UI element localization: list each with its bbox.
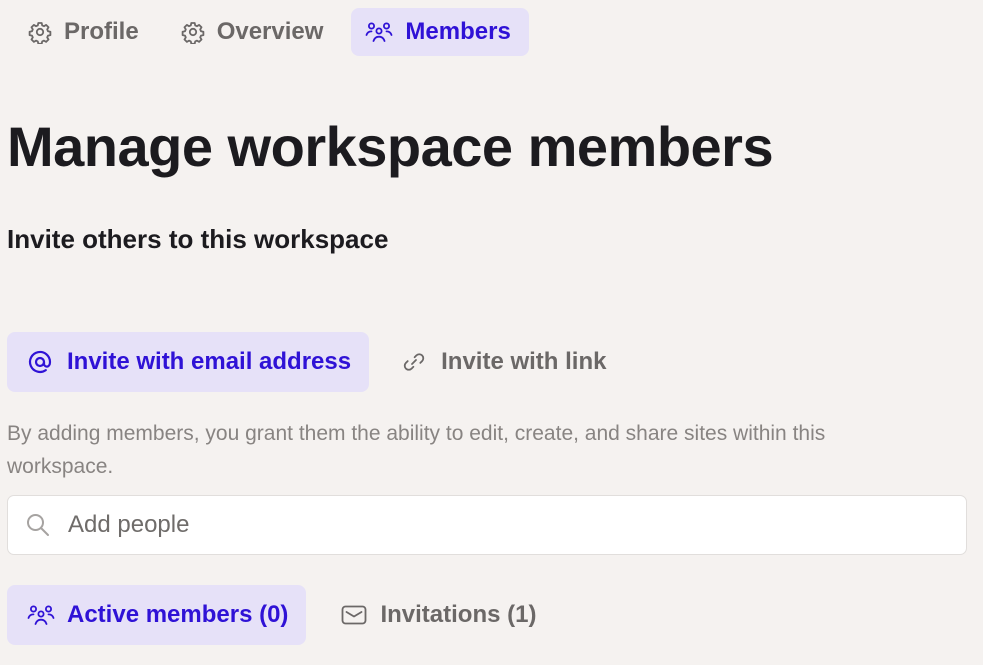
link-icon <box>401 349 427 375</box>
workspace-settings-tabs: Profile Overview Members <box>14 8 529 56</box>
tab-invite-email[interactable]: Invite with email address <box>7 332 370 392</box>
tab-active-members-label: Active members (0) <box>67 601 289 628</box>
tab-members[interactable]: Members <box>351 8 529 56</box>
page-title: Manage workspace members <box>7 115 774 178</box>
at-sign-icon <box>27 349 53 375</box>
gear-icon <box>28 20 52 44</box>
invite-section-heading: Invite others to this workspace <box>7 224 389 254</box>
add-people-search[interactable] <box>7 495 967 555</box>
tab-members-label: Members <box>405 18 511 45</box>
gear-icon <box>181 20 205 44</box>
tab-profile[interactable]: Profile <box>14 8 157 56</box>
tab-invite-email-label: Invite with email address <box>67 348 352 375</box>
tab-active-members[interactable]: Active members (0) <box>7 585 307 645</box>
invite-description: By adding members, you grant them the ab… <box>7 422 826 478</box>
members-icon <box>27 603 55 627</box>
tab-overview[interactable]: Overview <box>167 8 342 56</box>
tab-invitations-label: Invitations (1) <box>380 601 537 628</box>
envelope-icon <box>340 603 368 627</box>
tab-invite-link[interactable]: Invite with link <box>381 332 624 392</box>
tab-overview-label: Overview <box>216 18 324 45</box>
tab-invitations[interactable]: Invitations (1) <box>320 585 554 645</box>
tab-invite-link-label: Invite with link <box>441 348 607 375</box>
member-list-tabs: Active members (0) Invitations (1) <box>7 585 554 645</box>
members-icon <box>365 20 393 44</box>
tab-profile-label: Profile <box>64 18 139 45</box>
invite-method-tabs: Invite with email address Invite with li… <box>7 332 624 392</box>
add-people-input[interactable] <box>68 511 928 539</box>
search-icon <box>24 511 52 539</box>
